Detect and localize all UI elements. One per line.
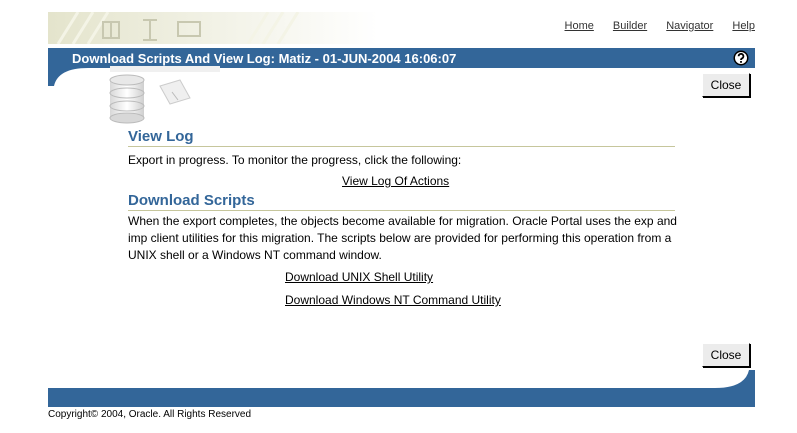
home-link[interactable]: Home xyxy=(565,20,594,32)
download-unix-link[interactable]: Download UNIX Shell Utility xyxy=(285,270,433,284)
page-title: Download Scripts And View Log: Matiz - 0… xyxy=(72,51,457,66)
global-links: Home Builder Navigator Help xyxy=(549,20,755,32)
close-button-top[interactable]: Close xyxy=(702,73,750,97)
view-log-link[interactable]: View Log Of Actions xyxy=(342,174,449,188)
copyright-text: Copyright© 2004, Oracle. All Rights Rese… xyxy=(48,409,252,420)
navigator-link[interactable]: Navigator xyxy=(666,20,713,32)
close-button-bottom[interactable]: Close xyxy=(702,343,750,367)
builder-link[interactable]: Builder xyxy=(613,20,647,32)
portal-logo xyxy=(48,12,378,44)
view-log-text: Export in progress. To monitor the progr… xyxy=(128,153,462,167)
download-scripts-heading: Download Scripts xyxy=(128,192,675,211)
download-scripts-text: When the export completes, the objects b… xyxy=(128,214,677,262)
database-icon xyxy=(70,66,220,126)
footer-bar xyxy=(48,388,755,407)
footer-bar-curve xyxy=(715,370,755,388)
help-icon[interactable] xyxy=(733,50,749,66)
help-link[interactable]: Help xyxy=(732,20,755,32)
title-bar: Download Scripts And View Log: Matiz - 0… xyxy=(48,48,755,68)
download-nt-link[interactable]: Download Windows NT Command Utility xyxy=(285,293,501,307)
view-log-heading: View Log xyxy=(128,128,675,147)
